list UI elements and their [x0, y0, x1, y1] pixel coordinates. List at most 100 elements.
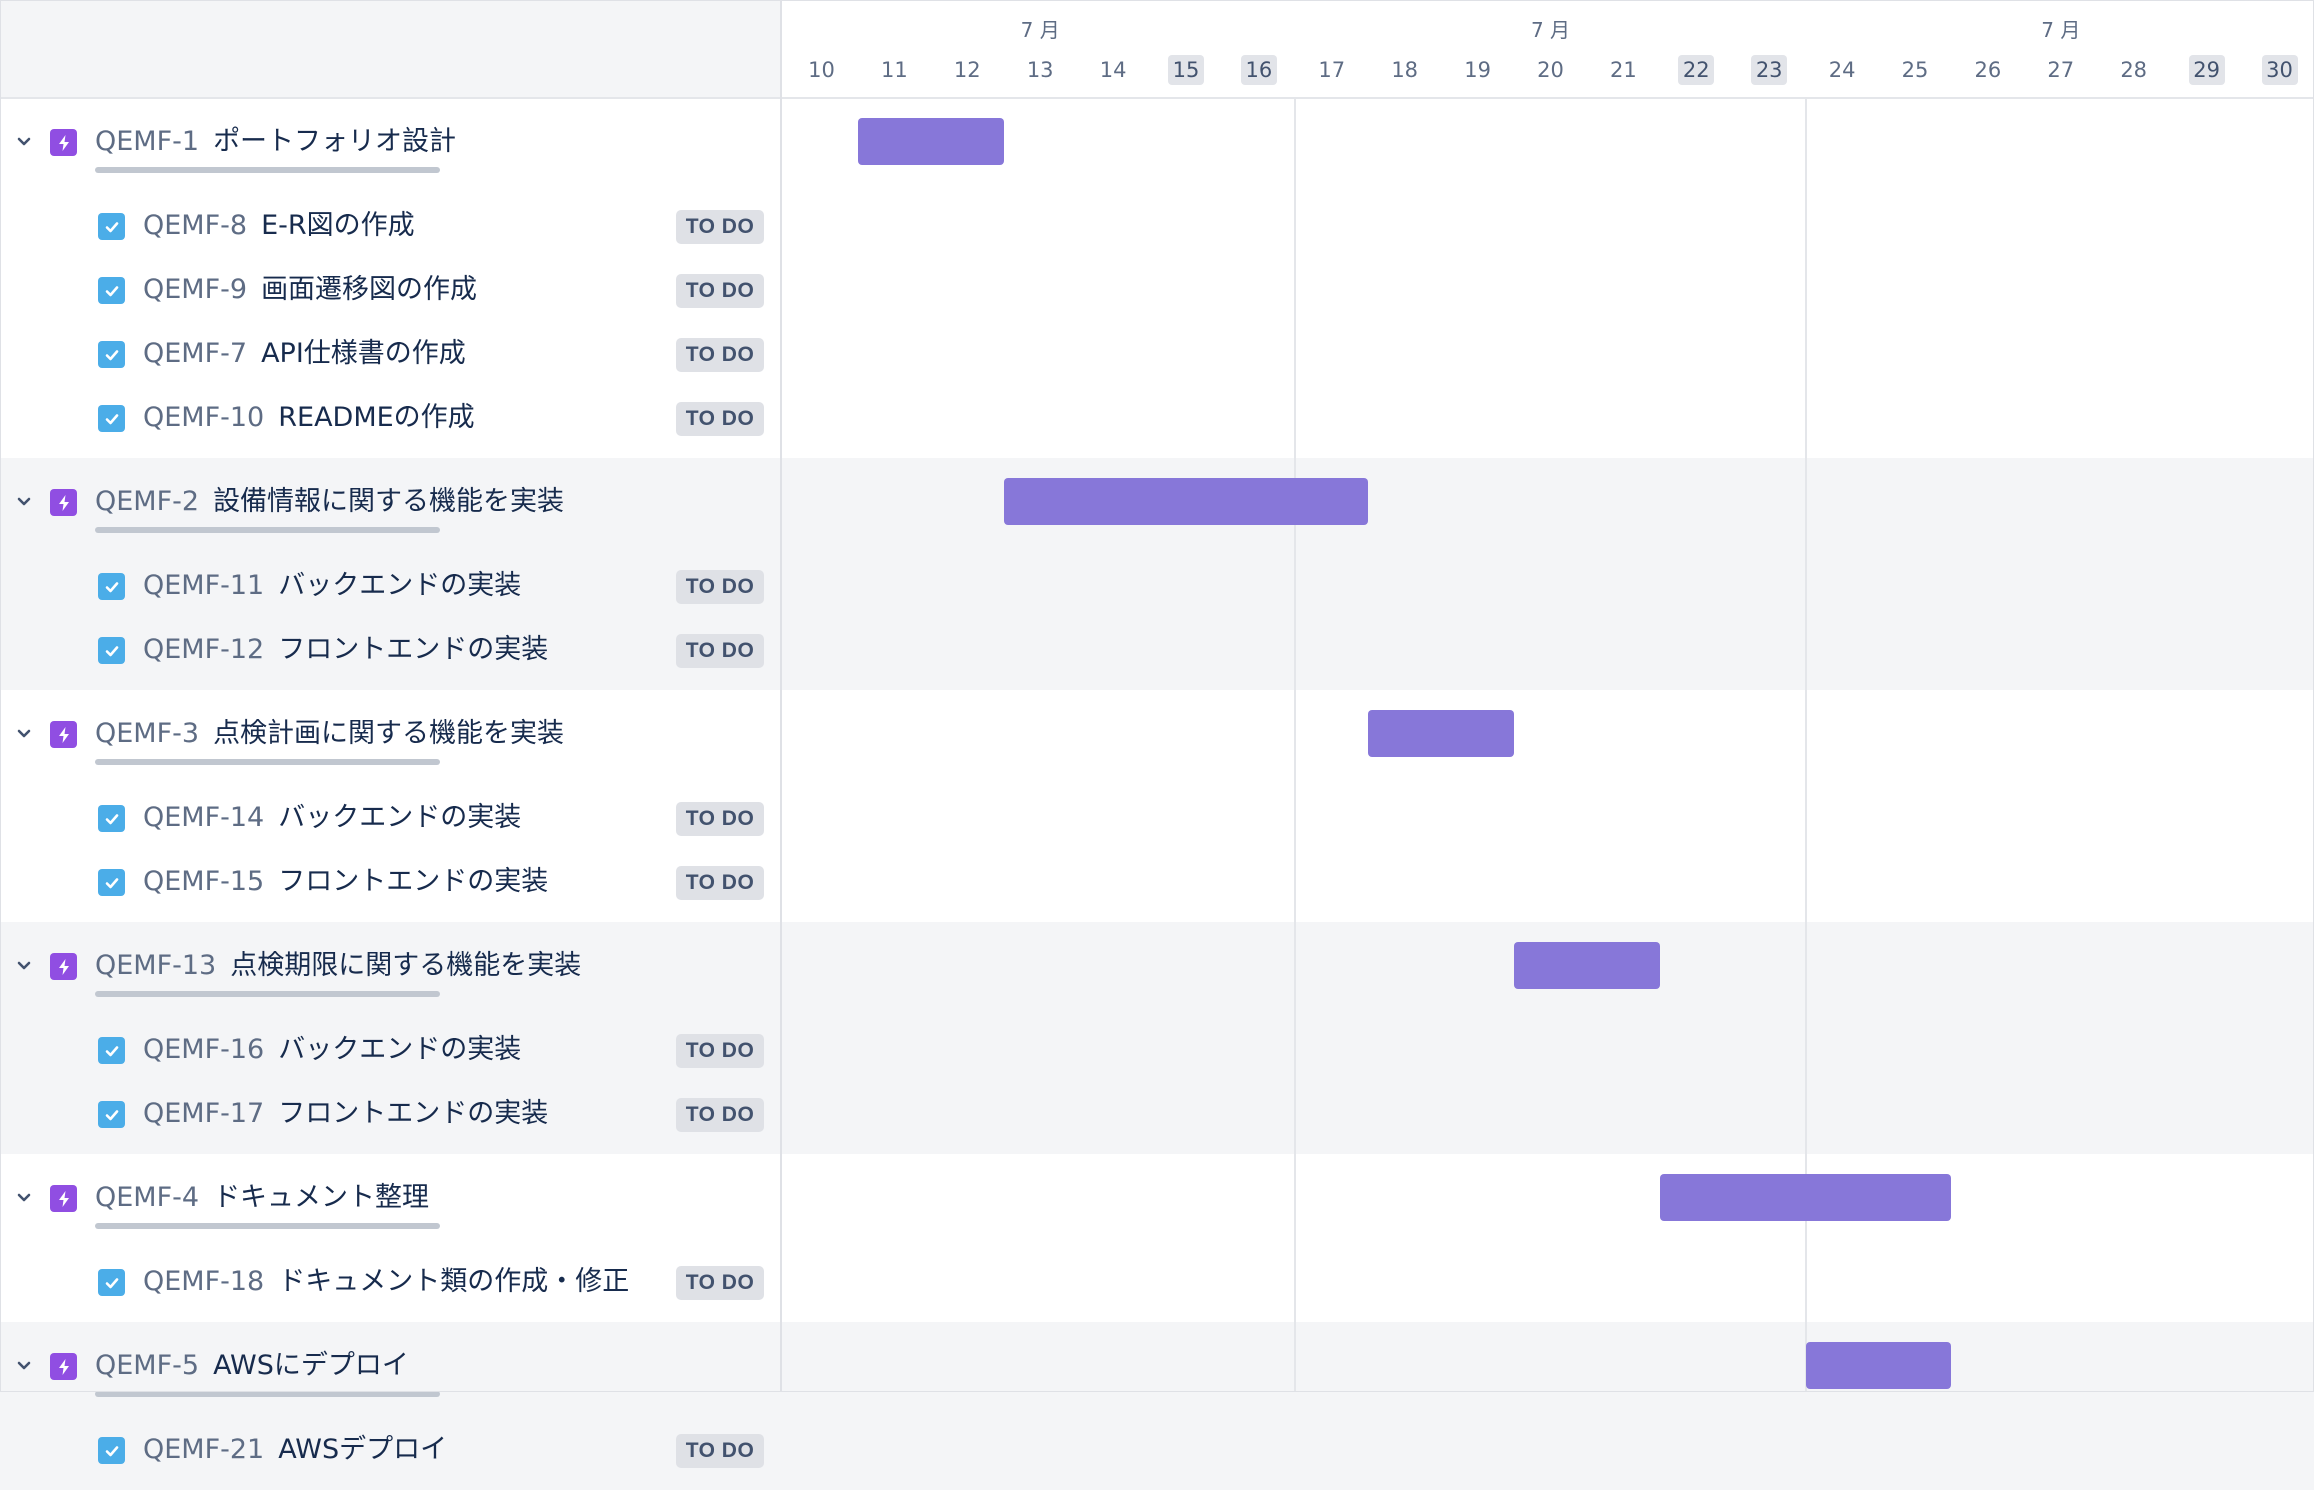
task-title[interactable]: QEMF-21 AWSデプロイ	[143, 1430, 447, 1473]
task-title[interactable]: QEMF-16 バックエンドの実装	[143, 1030, 521, 1073]
issue-key[interactable]: QEMF-4	[95, 1182, 199, 1213]
checkbox-checked-icon	[98, 405, 125, 432]
checkbox-checked-icon	[98, 869, 125, 896]
month-label: 7 月	[2041, 18, 2081, 42]
issue-key[interactable]: QEMF-10	[143, 402, 264, 433]
issue-summary[interactable]: ポートフォリオ設計	[213, 126, 456, 157]
issue-key[interactable]: QEMF-8	[143, 210, 247, 241]
chevron-down-icon[interactable]	[12, 1186, 36, 1210]
epic-progress-bar	[95, 167, 440, 173]
checkbox-checked-icon	[98, 1269, 125, 1296]
task-title[interactable]: QEMF-8 E-R図の作成	[143, 206, 415, 249]
issue-summary[interactable]: 点検計画に関する機能を実装	[213, 718, 564, 749]
pane-divider[interactable]	[780, 0, 782, 1392]
issue-key[interactable]: QEMF-12	[143, 634, 264, 665]
issue-summary[interactable]: フロントエンドの実装	[278, 634, 548, 665]
issue-key[interactable]: QEMF-14	[143, 802, 264, 833]
gantt-bar[interactable]	[1805, 1342, 1952, 1389]
issue-summary[interactable]: 点検期限に関する機能を実装	[230, 950, 581, 981]
gantt-bar[interactable]	[1003, 478, 1369, 525]
lightning-bolt-icon	[50, 129, 77, 156]
issue-summary[interactable]: フロントエンドの実装	[278, 866, 548, 897]
chevron-down-icon[interactable]	[12, 1354, 36, 1378]
checkbox-checked-icon	[98, 277, 125, 304]
status-badge[interactable]: TO DO	[676, 1034, 764, 1068]
issue-summary[interactable]: READMEの作成	[278, 402, 474, 433]
status-badge[interactable]: TO DO	[676, 338, 764, 372]
status-badge[interactable]: TO DO	[676, 634, 764, 668]
epic-title[interactable]: QEMF-2 設備情報に関する機能を実装	[95, 482, 564, 525]
status-badge[interactable]: TO DO	[676, 402, 764, 436]
day-label: 12	[953, 58, 981, 82]
epic-title[interactable]: QEMF-5 AWSにデプロイ	[95, 1346, 409, 1389]
month-label: 7 月	[1020, 18, 1060, 42]
chevron-down-icon[interactable]	[12, 954, 36, 978]
status-badge[interactable]: TO DO	[676, 866, 764, 900]
status-badge[interactable]: TO DO	[676, 1434, 764, 1468]
issue-summary[interactable]: バックエンドの実装	[278, 570, 521, 601]
task-title[interactable]: QEMF-9 画面遷移図の作成	[143, 270, 477, 313]
issue-summary[interactable]: バックエンドの実装	[278, 802, 521, 833]
task-title[interactable]: QEMF-7 API仕様書の作成	[143, 334, 466, 377]
issue-summary[interactable]: AWSにデプロイ	[213, 1350, 409, 1381]
epic-title[interactable]: QEMF-13 点検期限に関する機能を実装	[95, 946, 581, 989]
issue-summary[interactable]: フロントエンドの実装	[278, 1098, 548, 1129]
epic-title[interactable]: QEMF-3 点検計画に関する機能を実装	[95, 714, 564, 757]
epic-progress-bar	[95, 759, 440, 765]
issue-key[interactable]: QEMF-11	[143, 570, 264, 601]
chevron-down-icon[interactable]	[12, 722, 36, 746]
status-badge[interactable]: TO DO	[676, 1098, 764, 1132]
day-label: 14	[1099, 58, 1127, 82]
status-badge[interactable]: TO DO	[676, 570, 764, 604]
gantt-bar[interactable]	[857, 118, 1004, 165]
task-title[interactable]: QEMF-17 フロントエンドの実装	[143, 1094, 548, 1137]
issue-key[interactable]: QEMF-5	[95, 1350, 199, 1381]
epic-title[interactable]: QEMF-4 ドキュメント整理	[95, 1178, 429, 1221]
gantt-bar[interactable]	[1368, 710, 1515, 757]
day-label: 18	[1391, 58, 1419, 82]
task-title[interactable]: QEMF-18 ドキュメント類の作成・修正	[143, 1262, 629, 1305]
issue-summary[interactable]: ドキュメント整理	[213, 1182, 429, 1213]
issue-key[interactable]: QEMF-9	[143, 274, 247, 305]
status-badge[interactable]: TO DO	[676, 1266, 764, 1300]
checkbox-checked-icon	[98, 805, 125, 832]
gantt-bar[interactable]	[1659, 1174, 1952, 1221]
task-title[interactable]: QEMF-14 バックエンドの実装	[143, 798, 521, 841]
epic-progress-bar	[95, 1223, 440, 1229]
chevron-down-icon[interactable]	[12, 490, 36, 514]
gantt-bar[interactable]	[1514, 942, 1660, 989]
status-badge[interactable]: TO DO	[676, 802, 764, 836]
task-title[interactable]: QEMF-10 READMEの作成	[143, 398, 475, 441]
status-badge[interactable]: TO DO	[676, 274, 764, 308]
task-title[interactable]: QEMF-15 フロントエンドの実装	[143, 862, 548, 905]
issue-key[interactable]: QEMF-13	[95, 950, 216, 981]
issue-key[interactable]: QEMF-3	[95, 718, 199, 749]
lightning-bolt-icon	[50, 489, 77, 516]
lightning-bolt-icon	[50, 1185, 77, 1212]
issue-key[interactable]: QEMF-17	[143, 1098, 264, 1129]
chevron-down-icon[interactable]	[12, 130, 36, 154]
issue-key[interactable]: QEMF-18	[143, 1266, 264, 1297]
issue-key[interactable]: QEMF-2	[95, 486, 199, 517]
checkbox-checked-icon	[98, 1101, 125, 1128]
issue-summary[interactable]: E-R図の作成	[261, 210, 415, 241]
epic-progress-bar	[95, 527, 440, 533]
task-title[interactable]: QEMF-11 バックエンドの実装	[143, 566, 521, 609]
issue-key[interactable]: QEMF-15	[143, 866, 264, 897]
task-title[interactable]: QEMF-12 フロントエンドの実装	[143, 630, 548, 673]
issue-summary[interactable]: AWSデプロイ	[278, 1434, 447, 1465]
checkbox-checked-icon	[98, 1437, 125, 1464]
epic-title[interactable]: QEMF-1 ポートフォリオ設計	[95, 122, 456, 165]
issue-key[interactable]: QEMF-16	[143, 1034, 264, 1065]
day-label: 17	[1318, 58, 1346, 82]
issue-key[interactable]: QEMF-1	[95, 126, 199, 157]
issue-key[interactable]: QEMF-7	[143, 338, 247, 369]
day-label: 22	[1678, 55, 1715, 85]
status-badge[interactable]: TO DO	[676, 210, 764, 244]
issue-summary[interactable]: バックエンドの実装	[278, 1034, 521, 1065]
issue-summary[interactable]: API仕様書の作成	[261, 338, 466, 369]
issue-key[interactable]: QEMF-21	[143, 1434, 264, 1465]
issue-summary[interactable]: 画面遷移図の作成	[261, 274, 477, 305]
issue-summary[interactable]: ドキュメント類の作成・修正	[278, 1266, 629, 1297]
issue-summary[interactable]: 設備情報に関する機能を実装	[213, 486, 564, 517]
